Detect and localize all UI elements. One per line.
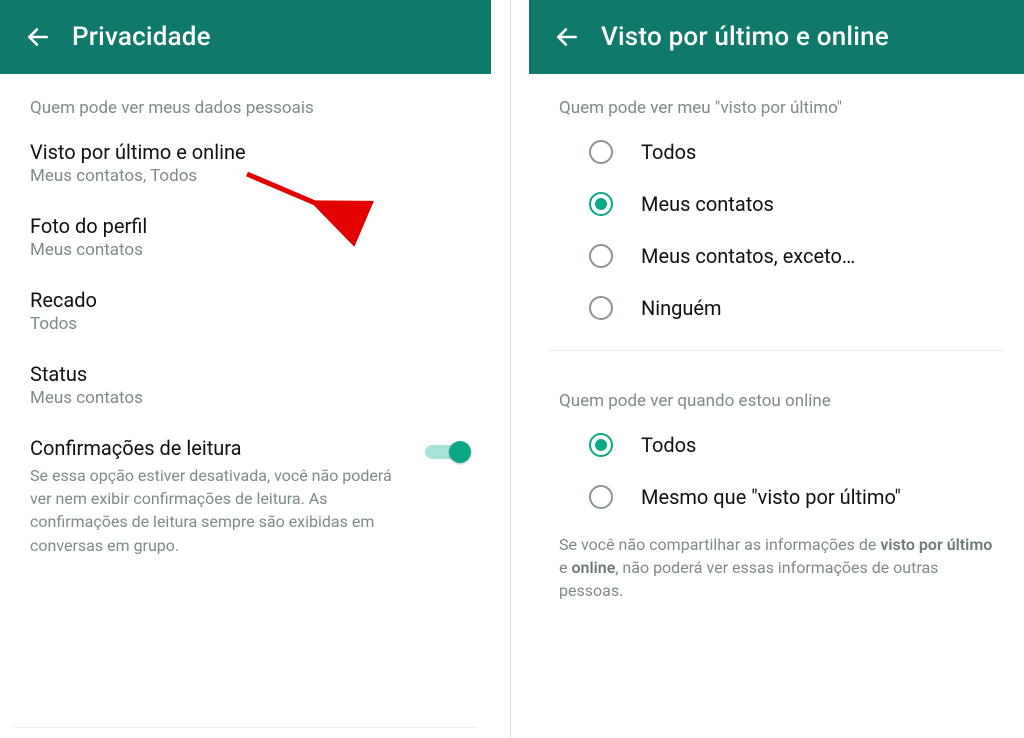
back-button[interactable]	[545, 15, 589, 59]
appbar-privacy: Privacidade	[0, 0, 491, 74]
radio-online-everyone[interactable]: Todos	[529, 419, 1024, 471]
radio-icon	[589, 192, 613, 216]
radio-icon	[589, 244, 613, 268]
row-subtitle: Meus contatos	[30, 240, 461, 260]
radio-icon	[589, 296, 613, 320]
appbar-title: Visto por último e online	[601, 22, 889, 52]
footnote-text: Se você não compartilhar as informações …	[559, 535, 880, 554]
row-subtitle: Todos	[30, 314, 461, 334]
appbar-last-seen: Visto por último e online	[529, 0, 1024, 74]
radio-last-seen-everyone[interactable]: Todos	[529, 126, 1024, 178]
row-status[interactable]: Status Meus contatos	[0, 348, 491, 422]
read-receipts-toggle[interactable]	[425, 440, 471, 464]
row-profile-photo[interactable]: Foto do perfil Meus contatos	[0, 200, 491, 274]
radio-icon	[589, 485, 613, 509]
radio-last-seen-nobody[interactable]: Ninguém	[529, 282, 1024, 334]
row-subtitle: Meus contatos, Todos	[30, 166, 461, 186]
row-about[interactable]: Recado Todos	[0, 274, 491, 348]
privacy-screen: Privacidade Quem pode ver meus dados pes…	[0, 0, 491, 738]
radio-icon	[589, 140, 613, 164]
row-title: Foto do perfil	[30, 214, 461, 238]
footnote: Se você não compartilhar as informações …	[529, 523, 1024, 623]
section-header-online: Quem pode ver quando estou online	[529, 367, 1024, 419]
row-title: Confirmações de leitura	[30, 436, 413, 460]
toggle-thumb	[449, 441, 471, 463]
footnote-text: , não poderá ver essas informações de ou…	[559, 558, 938, 600]
radio-label: Todos	[641, 140, 696, 164]
radio-label: Meus contatos, exceto…	[641, 244, 855, 268]
row-title: Status	[30, 362, 461, 386]
arrow-left-icon	[554, 24, 580, 50]
section-header-personal: Quem pode ver meus dados pessoais	[0, 74, 491, 126]
radio-last-seen-contacts[interactable]: Meus contatos	[529, 178, 1024, 230]
back-button[interactable]	[16, 15, 60, 59]
divider	[14, 727, 477, 728]
footnote-bold: visto por último	[880, 535, 992, 554]
footnote-bold: online	[571, 558, 615, 577]
arrow-left-icon	[25, 24, 51, 50]
section-header-last-seen: Quem pode ver meu "visto por último"	[529, 74, 1024, 126]
row-last-seen[interactable]: Visto por último e online Meus contatos,…	[0, 126, 491, 200]
row-title: Recado	[30, 288, 461, 312]
pane-gutter	[491, 0, 529, 738]
radio-icon	[589, 433, 613, 457]
row-subtitle: Meus contatos	[30, 388, 461, 408]
row-description: Se essa opção estiver desativada, você n…	[30, 464, 413, 557]
divider	[549, 350, 1004, 351]
radio-label: Mesmo que "visto por último"	[641, 485, 901, 509]
appbar-title: Privacidade	[72, 22, 211, 52]
radio-label: Ninguém	[641, 296, 722, 320]
row-title: Visto por último e online	[30, 140, 461, 164]
radio-last-seen-except[interactable]: Meus contatos, exceto…	[529, 230, 1024, 282]
radio-online-same[interactable]: Mesmo que "visto por último"	[529, 471, 1024, 523]
radio-label: Meus contatos	[641, 192, 774, 216]
last-seen-screen: Visto por último e online Quem pode ver …	[529, 0, 1024, 738]
row-read-receipts[interactable]: Confirmações de leitura Se essa opção es…	[0, 422, 491, 571]
footnote-text: e	[559, 558, 571, 577]
radio-label: Todos	[641, 433, 696, 457]
